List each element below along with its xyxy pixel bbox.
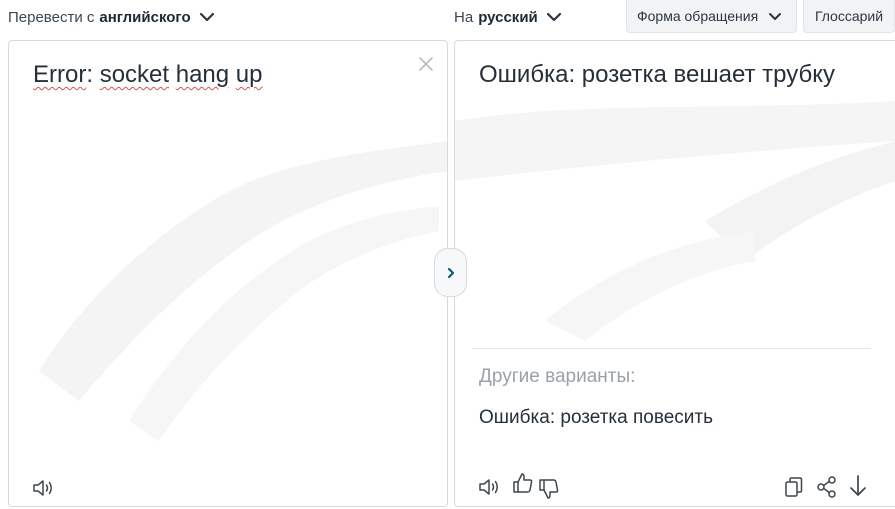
clear-text-button[interactable]: [417, 55, 435, 73]
share-icon: [817, 476, 836, 498]
source-word-hang: hang: [175, 61, 230, 88]
thumbs-up-button[interactable]: [511, 471, 535, 495]
source-language-name: английского: [99, 8, 191, 26]
swap-languages-button[interactable]: [434, 248, 467, 297]
share-button[interactable]: [815, 475, 839, 499]
chevron-down-icon: [199, 12, 214, 22]
speaker-icon: [479, 479, 498, 495]
source-language-select[interactable]: Перевести с английского: [8, 0, 215, 34]
source-word-up: up: [235, 61, 263, 88]
source-speaker-button[interactable]: [31, 477, 57, 499]
download-icon: [850, 475, 866, 496]
glossary-label: Глоссарий: [814, 8, 884, 24]
top-bar: Перевести с английского На русский Форма…: [0, 0, 895, 36]
source-colon: :: [86, 61, 94, 88]
chevron-down-icon: [546, 12, 561, 22]
download-button[interactable]: [847, 473, 869, 499]
source-language-prefix: Перевести с: [8, 8, 95, 26]
chevron-right-icon: [447, 267, 454, 278]
copy-icon: [785, 477, 803, 497]
close-icon: [419, 57, 433, 71]
watermark-decoration: [455, 101, 895, 341]
formality-dropdown[interactable]: Форма обращения: [626, 0, 797, 33]
alternatives-label: Другие варианты:: [479, 366, 636, 387]
alternative-translation[interactable]: Ошибка: розетка повесить: [479, 407, 713, 429]
copy-button[interactable]: [783, 475, 805, 499]
thumbs-down-icon: [539, 479, 559, 499]
watermark-decoration: [39, 141, 447, 441]
source-word-socket: socket: [99, 61, 170, 88]
source-text[interactable]: Error: socket hang up: [33, 61, 263, 89]
translation-panel: Ошибка: розетка вешает трубку Другие вар…: [454, 40, 895, 507]
speaker-icon: [33, 480, 52, 496]
target-language-prefix: На: [454, 8, 474, 26]
translation-text[interactable]: Ошибка: розетка вешает трубку: [479, 61, 835, 89]
target-language-select[interactable]: На русский: [454, 0, 562, 34]
thumbs-up-icon: [513, 473, 533, 493]
glossary-button[interactable]: Глоссарий: [803, 0, 895, 33]
thumbs-down-button[interactable]: [537, 477, 561, 501]
source-text-panel[interactable]: Error: socket hang up: [8, 40, 448, 507]
target-language-name: русский: [478, 8, 538, 26]
chevron-down-icon: [769, 12, 782, 20]
source-word-error: Error: [33, 61, 87, 88]
divider: [472, 348, 871, 349]
formality-label: Форма обращения: [637, 8, 759, 24]
translation-speaker-button[interactable]: [477, 475, 505, 499]
